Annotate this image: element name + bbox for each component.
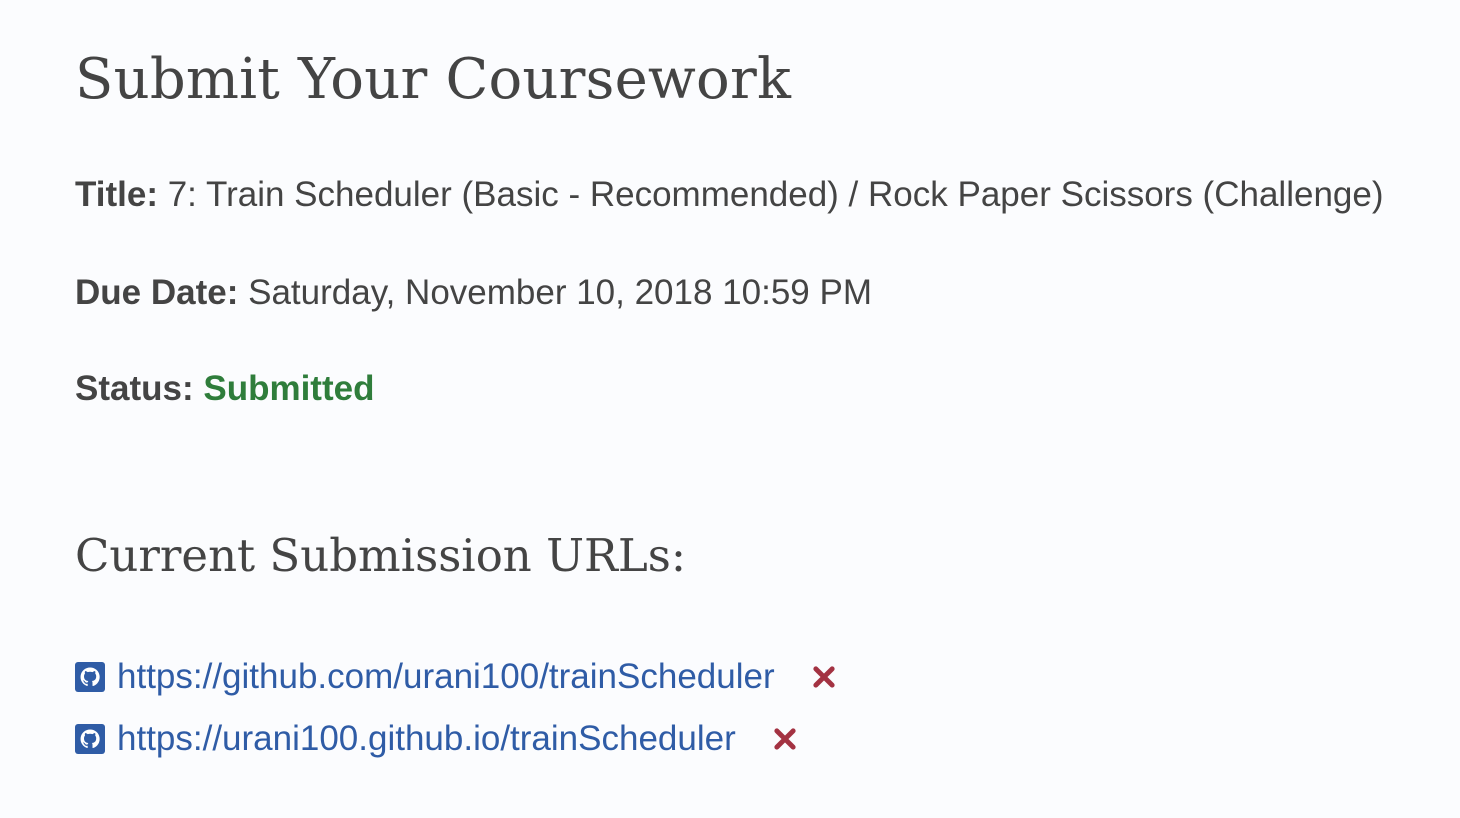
close-icon xyxy=(813,666,835,688)
github-icon xyxy=(75,662,105,692)
assignment-title-value: 7: Train Scheduler (Basic - Recommended)… xyxy=(167,175,1384,214)
due-date-row: Due Date: Saturday, November 10, 2018 10… xyxy=(75,272,872,314)
submit-coursework-page: Submit Your Coursework Title: 7: Train S… xyxy=(0,0,1460,818)
remove-submission-button[interactable] xyxy=(809,662,839,692)
assignment-title-row: Title: 7: Train Scheduler (Basic - Recom… xyxy=(75,174,1384,216)
remove-submission-button[interactable] xyxy=(770,724,800,754)
submission-url-item: https://urani100.github.io/trainSchedule… xyxy=(75,708,839,770)
status-row: Status: Submitted xyxy=(75,368,374,410)
github-icon xyxy=(75,724,105,754)
submission-url-list: https://github.com/urani100/trainSchedul… xyxy=(75,646,839,770)
submission-url-link[interactable]: https://urani100.github.io/trainSchedule… xyxy=(117,718,736,760)
due-date-value: Saturday, November 10, 2018 10:59 PM xyxy=(248,273,872,312)
submission-url-item: https://github.com/urani100/trainSchedul… xyxy=(75,646,839,708)
close-icon xyxy=(774,728,796,750)
submission-url-link[interactable]: https://github.com/urani100/trainSchedul… xyxy=(117,656,775,698)
status-value: Submitted xyxy=(203,369,375,408)
page-title: Submit Your Coursework xyxy=(75,47,792,112)
due-date-label: Due Date: xyxy=(75,273,239,312)
assignment-title-label: Title: xyxy=(75,175,158,214)
status-label: Status: xyxy=(75,369,194,408)
submission-urls-heading: Current Submission URLs: xyxy=(75,529,687,582)
